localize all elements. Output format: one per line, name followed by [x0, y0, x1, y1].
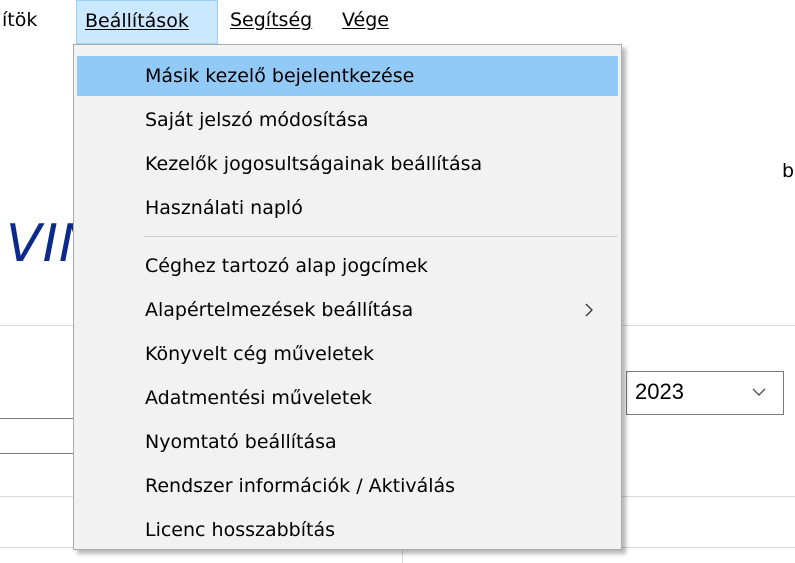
menu-item-company-base-titles[interactable]: Céghez tartozó alap jogcímek [77, 246, 618, 286]
settings-dropdown-menu: Másik kezelő bejelentkezése Saját jelszó… [73, 44, 622, 550]
chevron-down-icon [752, 388, 766, 396]
menu-item-system-info-activation[interactable]: Rendszer információk / Aktiválás [77, 466, 618, 506]
menu-item-label: ítök [2, 9, 38, 31]
menu-item-operator-permissions[interactable]: Kezelők jogosultságainak beállítása [77, 144, 618, 184]
year-select[interactable]: 2023 [626, 371, 784, 415]
menu-item-settings[interactable]: Beállítások [76, 0, 218, 44]
menu-item-default-settings[interactable]: Alapértelmezések beállítása [77, 290, 618, 330]
menu-item-help[interactable]: Segítség [222, 0, 332, 44]
menu-item-license-extension[interactable]: Licenc hosszabbítás [77, 510, 618, 550]
year-select-value: 2023 [635, 379, 684, 404]
menu-item-backup-ops[interactable]: Adatmentési műveletek [77, 378, 618, 418]
menu-item-label: Nyomtató beállítása [145, 431, 337, 453]
menu-item-label: Segítség [230, 9, 313, 31]
chevron-right-icon [585, 303, 593, 317]
menu-item-label: Használati napló [145, 197, 303, 219]
menu-item-label: Saját jelszó módosítása [145, 109, 369, 131]
menu-item-usage-log[interactable]: Használati napló [77, 188, 618, 228]
menu-item-printer-settings[interactable]: Nyomtató beállítása [77, 422, 618, 462]
menu-bar: ítök Beállítások Segítség Vége [0, 0, 795, 44]
menu-item-label: Vége [342, 9, 389, 31]
menu-item-label: Alapértelmezések beállítása [145, 299, 414, 321]
menu-item-label: Könyvelt cég műveletek [145, 343, 374, 365]
menu-item-label: Rendszer információk / Aktiválás [145, 475, 456, 497]
menu-item-label: Beállítások [85, 10, 189, 32]
menu-item-label: Kezelők jogosultságainak beállítása [145, 153, 483, 175]
menu-item-booked-company-ops[interactable]: Könyvelt cég műveletek [77, 334, 618, 374]
menu-item-switch-operator[interactable]: Másik kezelő bejelentkezése [77, 56, 618, 96]
menu-item-exit[interactable]: Vége [334, 0, 406, 44]
menu-separator [144, 236, 618, 237]
menu-item-label: Másik kezelő bejelentkezése [145, 65, 415, 87]
menu-item-tools[interactable]: ítök [0, 0, 76, 44]
menu-item-label: Licenc hosszabbítás [145, 519, 335, 541]
menu-item-change-password[interactable]: Saját jelszó módosítása [77, 100, 618, 140]
header-text-fragment: b [782, 160, 795, 182]
menu-item-label: Céghez tartozó alap jogcímek [145, 255, 428, 277]
text-input[interactable] [0, 418, 84, 454]
menu-item-label: Adatmentési műveletek [145, 387, 373, 409]
